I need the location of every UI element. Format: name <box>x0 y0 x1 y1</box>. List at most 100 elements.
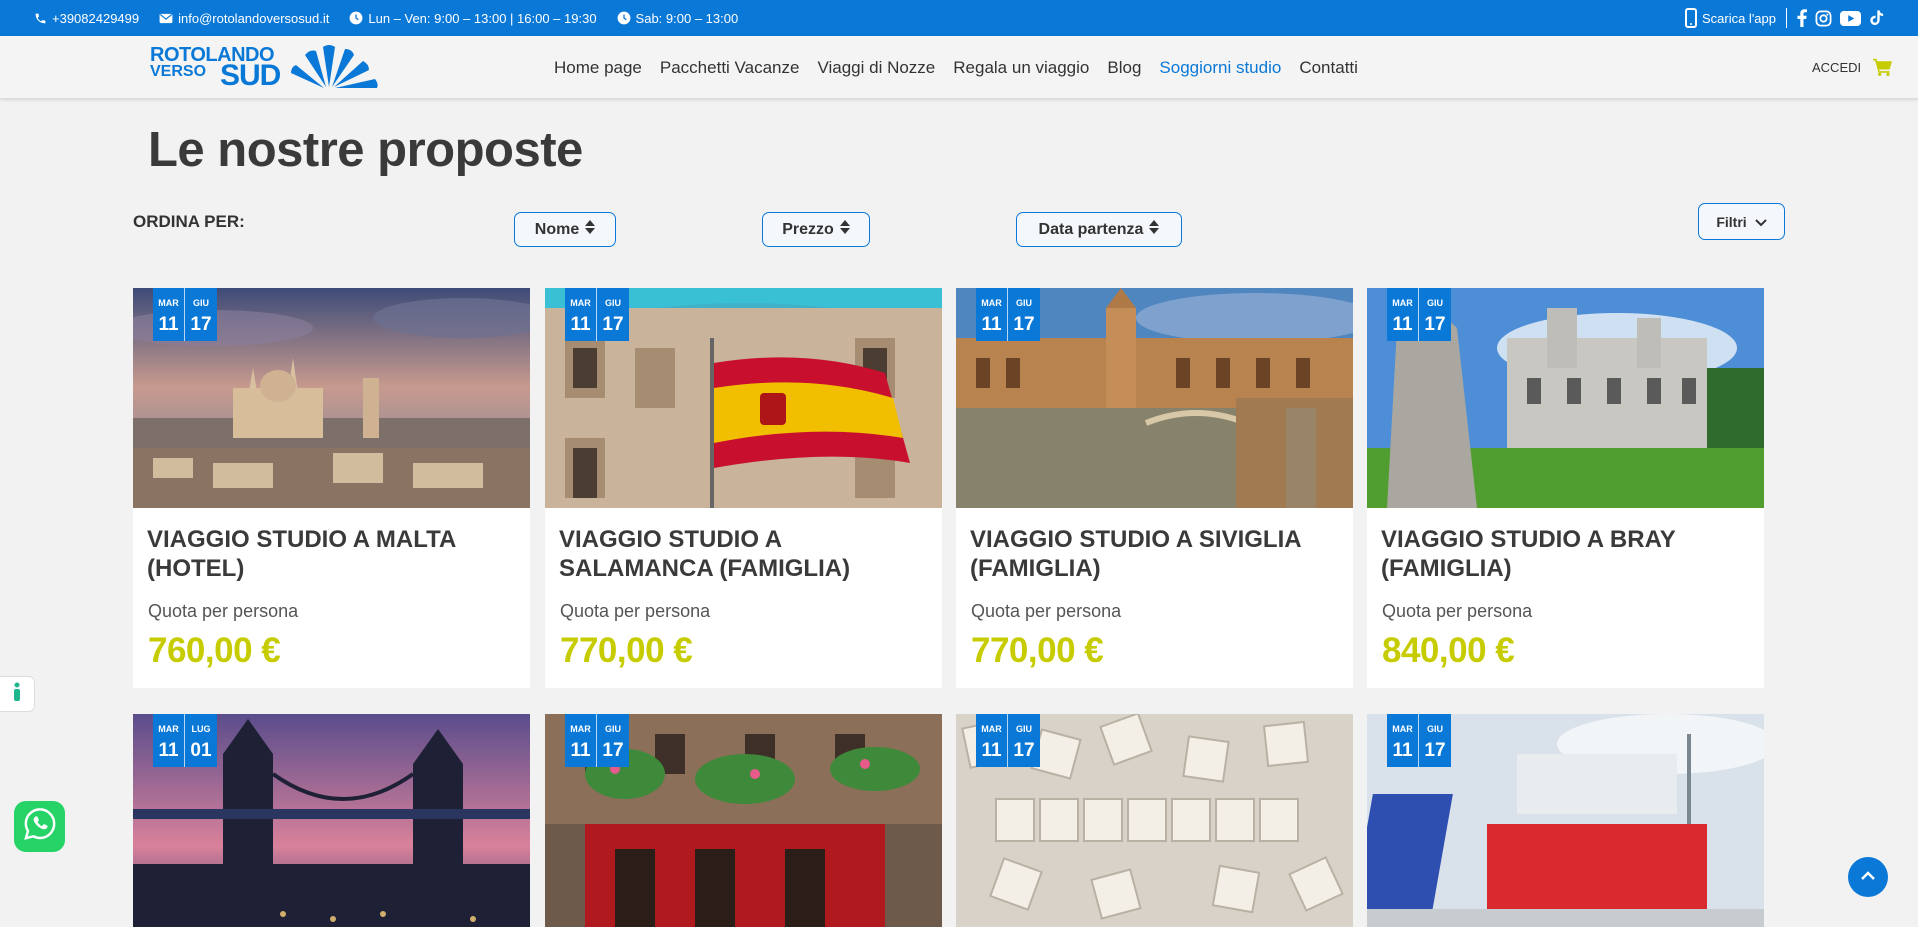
end-day: 17 <box>602 740 624 761</box>
trip-card-english[interactable]: MAR 11 GIU 17 <box>956 714 1353 927</box>
start-month: MAR <box>570 298 591 308</box>
start-month: MAR <box>158 298 179 308</box>
end-month: GIU <box>604 298 621 308</box>
cart-icon[interactable] <box>1873 58 1893 81</box>
trip-card-malta[interactable]: MAR 11 GIU 17 VIAGGIO STUDIO A MALTA (HOTE… <box>133 288 530 688</box>
date-badge: MAR 11 GIU 17 <box>1387 714 1451 767</box>
end-day: 17 <box>1424 740 1446 761</box>
start-day: 11 <box>570 740 591 761</box>
start-day: 11 <box>158 314 179 335</box>
nav-contatti[interactable]: Contatti <box>1299 58 1358 78</box>
site-logo[interactable]: ROTOLANDO VERSO SUD <box>150 43 380 93</box>
trip-card-siviglia[interactable]: MAR 11 GIU 17 VIAGGIO STUDIO A SIVIGLIA (F… <box>956 288 1353 688</box>
main-nav: Home page Pacchetti Vacanze Viaggi di No… <box>554 36 1358 99</box>
trip-price: 770,00 € <box>971 631 1104 670</box>
start-month: MAR <box>570 724 591 734</box>
main-header: ROTOLANDO VERSO SUD Home page Pacchetti … <box>0 36 1918 99</box>
sort-departure-label: Data partenza <box>1038 220 1144 238</box>
trip-price: 770,00 € <box>560 631 693 670</box>
start-month: MAR <box>1392 298 1413 308</box>
trip-title[interactable]: VIAGGIO STUDIO A SALAMANCA (FAMIGLIA) <box>559 525 929 583</box>
price-caption: Quota per persona <box>1382 601 1533 621</box>
chevron-down-icon <box>1754 214 1767 230</box>
end-month: GIU <box>1015 724 1032 734</box>
nav-viaggi-di-nozze[interactable]: Viaggi di Nozze <box>817 58 935 78</box>
nav-blog[interactable]: Blog <box>1107 58 1141 78</box>
trip-card-nice[interactable]: MAR 11 GIU 17 <box>1367 714 1764 927</box>
trip-card-salamanca[interactable]: MAR 11 GIU 17 VIAGGIO STUDIO A SALAMANCA (… <box>545 288 942 688</box>
top-bar: +39082429499 info@rotolandoversosud.it L… <box>0 0 1918 36</box>
sort-arrows-icon <box>1149 220 1160 239</box>
end-month: GIU <box>1426 298 1443 308</box>
nav-regala-un-viaggio[interactable]: Regala un viaggio <box>953 58 1089 78</box>
chevron-up-icon <box>1860 868 1876 886</box>
facebook-icon[interactable] <box>1797 9 1807 27</box>
trip-card-london[interactable]: MAR 11 LUG 01 <box>133 714 530 927</box>
tiktok-icon[interactable] <box>1869 9 1884 27</box>
email-address: info@rotolandoversosud.it <box>178 10 330 26</box>
weekday-hours-text: Lun – Ven: 9:00 – 13:00 | 16:00 – 19:30 <box>368 10 597 26</box>
end-month: GIU <box>192 298 209 308</box>
trip-card-bray[interactable]: MAR 11 GIU 17 VIAGGIO STUDIO A BRAY (FAMIG… <box>1367 288 1764 688</box>
date-badge: MAR 11 GIU 17 <box>565 288 629 341</box>
whatsapp-button[interactable] <box>14 801 65 852</box>
date-badge: MAR 11 GIU 17 <box>565 714 629 767</box>
instagram-icon[interactable] <box>1815 10 1832 27</box>
start-day: 11 <box>981 740 1002 761</box>
start-day: 11 <box>1392 740 1413 761</box>
clock-icon <box>349 11 363 25</box>
page-title: Le nostre proposte <box>148 123 583 177</box>
date-badge: MAR 11 GIU 17 <box>976 714 1040 767</box>
sort-by-name-button[interactable]: Nome <box>514 212 616 247</box>
sort-by-departure-button[interactable]: Data partenza <box>1016 212 1182 247</box>
date-badge: MAR 11 GIU 17 <box>976 288 1040 341</box>
start-day: 11 <box>158 740 179 761</box>
end-day: 17 <box>1013 740 1035 761</box>
smartphone-icon <box>1684 8 1697 28</box>
price-caption: Quota per persona <box>148 601 299 621</box>
youtube-icon[interactable] <box>1840 10 1861 26</box>
start-day: 11 <box>570 314 591 335</box>
phone-link[interactable]: +39082429499 <box>34 11 139 26</box>
nav-home[interactable]: Home page <box>554 58 642 78</box>
saturday-hours-text: Sab: 9:00 – 13:00 <box>635 10 739 26</box>
login-link[interactable]: ACCEDI <box>1812 60 1861 75</box>
sun-rays-icon <box>291 45 378 88</box>
end-month: GIU <box>604 724 621 734</box>
price-caption: Quota per persona <box>560 601 711 621</box>
divider <box>1786 8 1787 28</box>
download-app-link[interactable]: Scarica l'app <box>1684 8 1776 28</box>
end-month: GIU <box>1426 724 1443 734</box>
clock-icon <box>617 11 631 25</box>
date-badge: MAR 11 LUG 01 <box>153 714 217 767</box>
trip-title[interactable]: VIAGGIO STUDIO A BRAY (FAMIGLIA) <box>1381 525 1751 583</box>
phone-icon <box>34 12 47 25</box>
start-month: MAR <box>981 724 1002 734</box>
price-caption: Quota per persona <box>971 601 1122 621</box>
saturday-hours: Sab: 9:00 – 13:00 <box>617 10 739 26</box>
end-day: 17 <box>1424 314 1446 335</box>
sort-label: ORDINA PER: <box>133 212 245 231</box>
trip-card-dublin[interactable]: MAR 11 GIU 17 <box>545 714 942 927</box>
weekday-hours: Lun – Ven: 9:00 – 13:00 | 16:00 – 19:30 <box>349 10 597 26</box>
date-badge: MAR 11 GIU 17 <box>153 288 217 341</box>
start-month: MAR <box>981 298 1002 308</box>
logo-line-3: SUD <box>220 59 281 92</box>
trip-title[interactable]: VIAGGIO STUDIO A SIVIGLIA (FAMIGLIA) <box>970 525 1340 583</box>
accessibility-tab[interactable] <box>0 676 35 712</box>
email-link[interactable]: info@rotolandoversosud.it <box>159 11 329 26</box>
sort-price-label: Prezzo <box>782 220 834 238</box>
sort-by-price-button[interactable]: Prezzo <box>762 212 870 247</box>
nav-pacchetti-vacanze[interactable]: Pacchetti Vacanze <box>660 58 800 78</box>
nav-soggiorni-studio[interactable]: Soggiorni studio <box>1159 58 1281 78</box>
trip-title[interactable]: VIAGGIO STUDIO A MALTA (HOTEL) <box>147 525 517 583</box>
mail-icon <box>159 13 173 24</box>
sort-arrows-icon <box>839 220 850 239</box>
phone-number: +39082429499 <box>52 10 140 26</box>
sort-name-label: Nome <box>534 220 580 238</box>
filters-button[interactable]: Filtri <box>1698 203 1785 240</box>
download-app-label: Scarica l'app <box>1701 10 1776 26</box>
sort-arrows-icon <box>585 220 596 239</box>
start-day: 11 <box>1392 314 1413 335</box>
scroll-to-top-button[interactable] <box>1848 857 1888 897</box>
